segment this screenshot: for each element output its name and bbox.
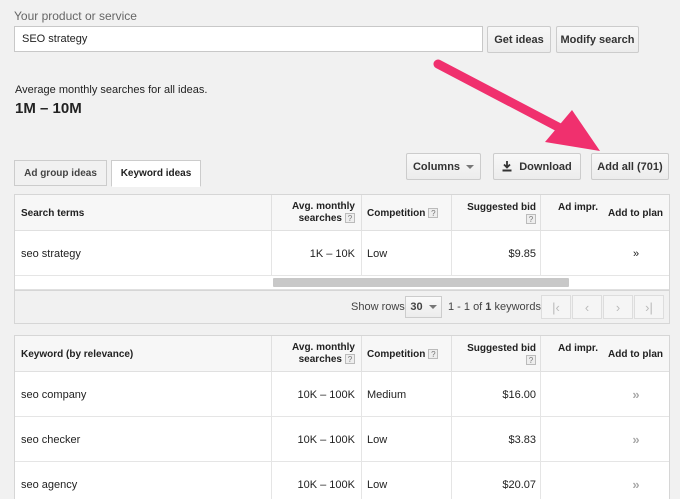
rows-per-page-select[interactable]: 30: [405, 296, 442, 318]
bid-cell: $3.83: [451, 417, 540, 462]
keyword-cell: seo strategy: [21, 247, 81, 260]
competition-cell: Low: [361, 462, 451, 499]
result-count-suffix: keywords: [491, 301, 541, 313]
header-add-to-plan: Add to plan: [608, 348, 663, 360]
keyword-cell: seo checker: [21, 433, 81, 446]
columns-label: Columns: [412, 160, 461, 173]
tab-ad-group-ideas[interactable]: Ad group ideas: [14, 160, 107, 186]
bid-cell: $20.07: [451, 462, 540, 499]
field-label: Your product or service: [14, 9, 137, 23]
table-header: Search terms Avg. monthly searches? Comp…: [15, 195, 669, 231]
avg-searches-value: 1M – 10M: [15, 100, 82, 117]
avg-searches-label: Average monthly searches for all ideas.: [15, 84, 208, 96]
header-avg-searches[interactable]: Avg. monthly searches?: [271, 336, 361, 372]
keyword-ideas-table: Keyword (by relevance) Avg. monthly sear…: [14, 335, 670, 499]
caret-down-icon: [428, 305, 437, 309]
header-avg-line1: Avg. monthly: [292, 342, 355, 353]
horizontal-scrollbar[interactable]: [15, 276, 669, 290]
search-terms-table: Search terms Avg. monthly searches? Comp…: [14, 194, 670, 291]
last-page-icon[interactable]: ›|: [634, 295, 664, 319]
header-keyword[interactable]: Keyword (by relevance): [15, 336, 271, 372]
table-row: seo company 10K – 100K Medium $16.00 »: [15, 372, 669, 417]
help-icon[interactable]: ?: [526, 355, 536, 365]
ad-impr-cell: [540, 462, 603, 499]
add-all-button[interactable]: Add all (701): [591, 153, 669, 180]
download-button[interactable]: Download: [493, 153, 581, 180]
first-page-icon[interactable]: |‹: [541, 295, 571, 319]
modify-search-button[interactable]: Modify search: [556, 26, 639, 53]
help-icon[interactable]: ?: [428, 349, 439, 359]
header-avg-line2: searches: [298, 354, 342, 365]
pagination-bar: Show rows: 30 1 - 1 of 1 keywords |‹ ‹ ›…: [14, 291, 670, 324]
header-competition-label: Competition: [367, 348, 426, 360]
header-competition-label: Competition: [367, 207, 426, 219]
header-ad-impr[interactable]: Ad impr.: [540, 336, 603, 372]
add-to-plan-chevron-icon[interactable]: »: [603, 372, 669, 417]
caret-down-icon: [466, 164, 475, 169]
searches-cell: 10K – 100K: [271, 417, 361, 462]
header-competition[interactable]: Competition?: [361, 336, 451, 372]
header-avg-searches[interactable]: Avg. monthly searches?: [271, 195, 361, 231]
table-row: seo agency 10K – 100K Low $20.07 »: [15, 462, 669, 499]
next-page-icon[interactable]: ›: [603, 295, 633, 319]
searches-cell: 10K – 100K: [271, 372, 361, 417]
download-icon: [502, 161, 512, 172]
keyword-cell: seo company: [21, 388, 87, 401]
help-icon[interactable]: ?: [345, 213, 355, 223]
result-count: 1 - 1 of 1 keywords: [448, 301, 541, 313]
add-to-plan-chevron-icon[interactable]: »: [603, 462, 669, 499]
download-label: Download: [519, 160, 572, 173]
table-row: seo strategy 1K – 10K Low $9.85 »: [15, 231, 669, 276]
tab-keyword-ideas[interactable]: Keyword ideas: [111, 160, 201, 187]
header-add-to-plan: Add to plan: [608, 207, 663, 219]
bid-cell: $9.85: [451, 231, 540, 276]
searches-cell: 1K – 10K: [271, 231, 361, 276]
add-to-plan-chevron-icon[interactable]: »: [603, 231, 669, 276]
competition-cell: Low: [361, 231, 451, 276]
keyword-cell: seo agency: [21, 478, 78, 491]
header-avg-line1: Avg. monthly: [292, 201, 355, 212]
add-to-plan-chevron-icon[interactable]: »: [603, 417, 669, 462]
header-avg-line2: searches: [298, 213, 342, 224]
show-rows-label: Show rows:: [351, 301, 408, 313]
competition-cell: Low: [361, 417, 451, 462]
searches-cell: 10K – 100K: [271, 462, 361, 499]
ad-impr-cell: [540, 417, 603, 462]
search-input[interactable]: SEO strategy: [14, 26, 483, 52]
result-count-prefix: 1 - 1 of: [448, 301, 486, 313]
table-row: seo checker 10K – 100K Low $3.83 »: [15, 417, 669, 462]
columns-button[interactable]: Columns: [406, 153, 481, 180]
table-header: Keyword (by relevance) Avg. monthly sear…: [15, 336, 669, 372]
competition-cell: Medium: [361, 372, 451, 417]
ad-impr-cell: [540, 372, 603, 417]
help-icon[interactable]: ?: [428, 208, 439, 218]
rows-per-page-value: 30: [410, 301, 423, 313]
help-icon[interactable]: ?: [345, 354, 355, 364]
header-suggested-bid[interactable]: Suggested bid ?: [451, 336, 540, 372]
scrollbar-thumb[interactable]: [273, 278, 569, 287]
header-bid-label: Suggested bid: [467, 343, 536, 354]
bid-cell: $16.00: [451, 372, 540, 417]
header-suggested-bid[interactable]: Suggested bid ?: [451, 195, 540, 231]
get-ideas-button[interactable]: Get ideas: [487, 26, 551, 53]
ad-impr-cell: [540, 231, 603, 276]
header-bid-label: Suggested bid: [467, 202, 536, 213]
prev-page-icon[interactable]: ‹: [572, 295, 602, 319]
header-search-terms[interactable]: Search terms: [15, 195, 271, 231]
header-competition[interactable]: Competition?: [361, 195, 451, 231]
header-ad-impr[interactable]: Ad impr.: [540, 195, 603, 231]
help-icon[interactable]: ?: [526, 214, 536, 224]
